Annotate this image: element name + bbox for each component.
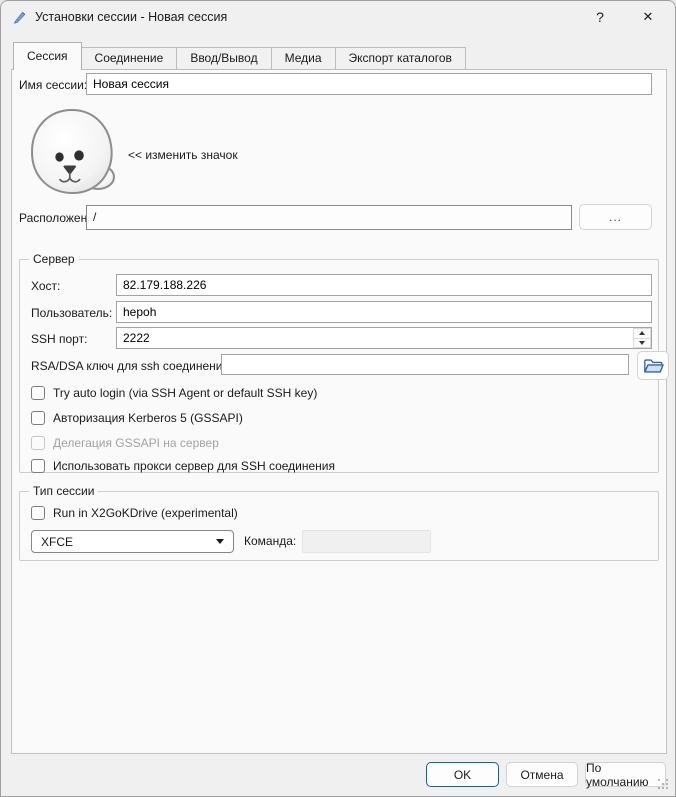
- command-label: Команда:: [244, 534, 296, 548]
- checkbox-kerberos-auth[interactable]: Авторизация Kerberos 5 (GSSAPI): [31, 411, 243, 425]
- help-button[interactable]: ?: [583, 4, 617, 30]
- session-preferences-dialog: Установки сессии - Новая сессия ? ✕ Сесс…: [0, 0, 676, 797]
- tab-media[interactable]: Медиа: [271, 47, 336, 70]
- ssh-key-label: RSA/DSA ключ для ssh соединения:: [31, 359, 232, 373]
- checkbox-try-auto-login[interactable]: Try auto login (via SSH Agent or default…: [31, 386, 317, 400]
- spin-down-button[interactable]: [633, 339, 651, 349]
- chevron-down-icon: [216, 539, 224, 544]
- cancel-button[interactable]: Отмена: [506, 762, 578, 787]
- checkbox-box[interactable]: [31, 506, 45, 520]
- tab-bar: Сессия Соединение Ввод/Вывод Медиа Экспо…: [13, 42, 466, 70]
- checkbox-label: Run in X2GoKDrive (experimental): [53, 506, 238, 520]
- tab-session[interactable]: Сессия: [13, 42, 82, 70]
- checkbox-ssh-proxy[interactable]: Использовать прокси сервер для SSH соеди…: [31, 459, 335, 473]
- checkbox-box[interactable]: [31, 459, 45, 473]
- checkbox-gssapi-delegation: Делегация GSSAPI на сервер: [31, 436, 219, 450]
- defaults-button[interactable]: По умолчанию: [585, 762, 666, 787]
- close-icon[interactable]: ✕: [631, 4, 665, 30]
- ssh-key-input[interactable]: [221, 354, 629, 375]
- ssh-port-spinner: [116, 327, 652, 349]
- session-type-group-title: Тип сессии: [29, 484, 98, 498]
- checkbox-box[interactable]: [31, 411, 45, 425]
- browse-location-button[interactable]: ...: [579, 204, 652, 230]
- open-folder-icon: [643, 357, 664, 375]
- spin-up-button[interactable]: [633, 328, 651, 339]
- session-type-selected: XFCE: [41, 535, 73, 549]
- checkbox-box: [31, 436, 45, 450]
- ok-button[interactable]: OK: [426, 762, 499, 787]
- session-type-dropdown[interactable]: XFCE: [31, 530, 234, 553]
- arrow-up-icon: [639, 331, 645, 335]
- host-input[interactable]: [116, 274, 652, 296]
- tab-shared-folders[interactable]: Экспорт каталогов: [335, 47, 466, 70]
- pen-icon: [12, 9, 28, 25]
- resize-grip[interactable]: [658, 779, 670, 791]
- browse-key-button[interactable]: [637, 351, 669, 380]
- checkbox-label: Делегация GSSAPI на сервер: [53, 436, 219, 450]
- host-label: Хост:: [31, 279, 60, 293]
- tab-connection[interactable]: Соединение: [81, 47, 178, 70]
- arrow-down-icon: [639, 341, 645, 345]
- user-input[interactable]: [116, 301, 652, 323]
- location-field[interactable]: /: [86, 205, 572, 230]
- checkbox-label: Использовать прокси сервер для SSH соеди…: [53, 459, 335, 473]
- tab-input-output[interactable]: Ввод/Вывод: [176, 47, 271, 70]
- seal-mascot-icon[interactable]: [27, 107, 121, 197]
- ssh-port-label: SSH порт:: [31, 332, 87, 346]
- user-label: Пользователь:: [31, 306, 112, 320]
- session-name-input[interactable]: [86, 73, 652, 95]
- command-input: [302, 530, 431, 553]
- window-title: Установки сессии - Новая сессия: [35, 10, 227, 24]
- checkbox-label: Try auto login (via SSH Agent or default…: [53, 386, 317, 400]
- server-group-title: Сервер: [29, 252, 79, 266]
- checkbox-x2gokdrive[interactable]: Run in X2GoKDrive (experimental): [31, 506, 238, 520]
- change-icon-link[interactable]: << изменить значок: [128, 148, 238, 162]
- checkbox-label: Авторизация Kerberos 5 (GSSAPI): [53, 411, 243, 425]
- titlebar: Установки сессии - Новая сессия ? ✕: [1, 1, 675, 33]
- checkbox-box[interactable]: [31, 386, 45, 400]
- ssh-port-input[interactable]: [116, 327, 652, 349]
- session-name-label: Имя сессии:: [19, 78, 87, 92]
